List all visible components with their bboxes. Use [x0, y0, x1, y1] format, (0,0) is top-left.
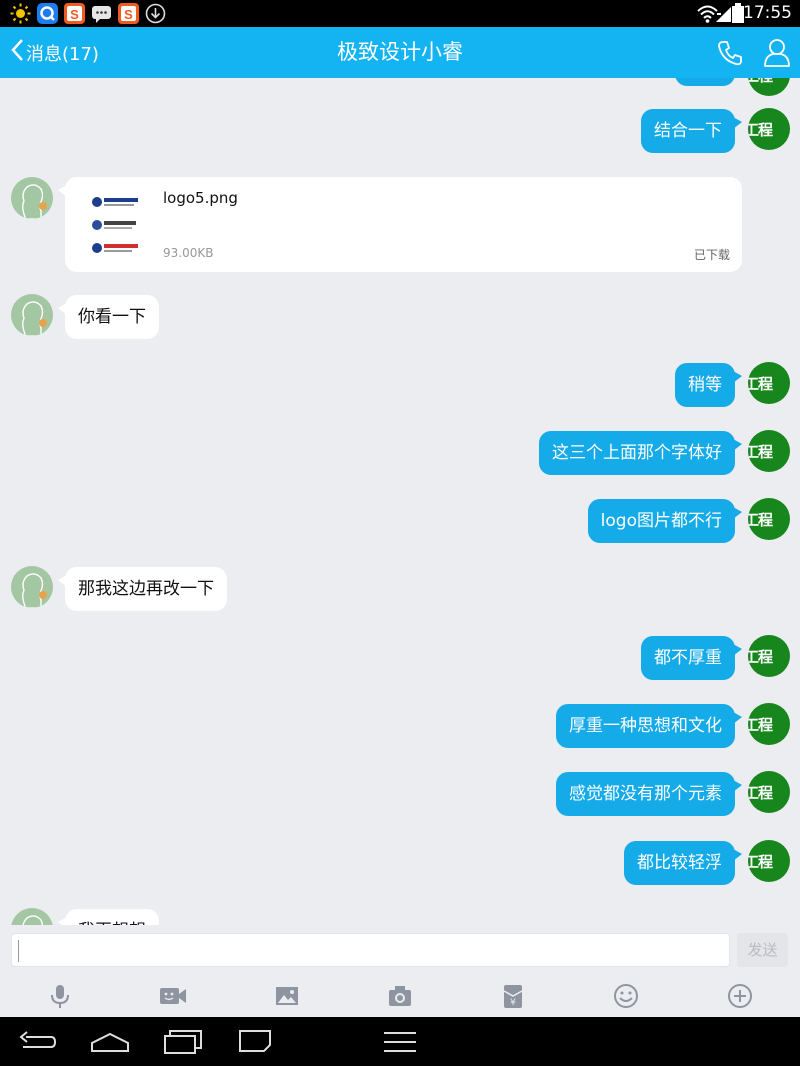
file-size: 93.00KB	[163, 246, 214, 260]
message-bubble-outgoing[interactable]: 感觉都没有那个元素	[556, 772, 742, 816]
message-input-bar: 发送	[0, 925, 800, 975]
add-plus-icon[interactable]	[727, 983, 753, 1009]
microphone-icon[interactable]	[47, 983, 73, 1009]
message-bubble-outgoing[interactable]: 这三个上面那个字体好	[539, 431, 742, 475]
message-bubble-outgoing[interactable]: 都比较轻浮	[624, 841, 742, 885]
message-bubble-outgoing[interactable]: 都不厚重	[641, 636, 742, 680]
status-bar: S S 17:55	[0, 0, 800, 27]
chevron-left-icon	[10, 38, 24, 67]
weather-sun-icon	[10, 3, 31, 24]
red-packet-icon[interactable]: ¥	[500, 983, 526, 1009]
message-bubble-incoming[interactable]: 你看一下	[58, 295, 159, 339]
file-name: logo5.png	[163, 189, 238, 207]
message-bubble-outgoing[interactable]: 稍等	[675, 363, 742, 407]
back-label: 消息(17)	[26, 43, 99, 65]
browser-app-icon	[37, 3, 58, 24]
avatar-contact[interactable]	[11, 294, 53, 336]
message-input[interactable]	[11, 933, 730, 967]
avatar-self[interactable]: 工程	[748, 771, 790, 813]
chat-message-list[interactable]: 工程 结合一下 工程 logo5.png 93.00KB 已下载 你看一下 稍等…	[0, 78, 800, 925]
image-gallery-icon[interactable]	[274, 983, 300, 1009]
video-call-icon[interactable]	[159, 983, 187, 1009]
avatar-contact[interactable]	[11, 566, 53, 608]
back-nav-icon[interactable]	[17, 1031, 57, 1057]
file-thumbnail	[87, 192, 145, 258]
sogou-input-icon: S	[64, 3, 85, 24]
back-button[interactable]: 消息(17)	[10, 27, 99, 78]
file-status: 已下载	[693, 248, 730, 262]
message-bubble-incoming[interactable]: 那我这边再改一下	[58, 567, 227, 611]
system-navigation-bar	[0, 1017, 800, 1066]
home-nav-icon[interactable]	[90, 1031, 130, 1057]
avatar-self[interactable]: 工程	[748, 635, 790, 677]
chat-toolbar: ¥	[0, 975, 800, 1017]
message-bubble-outgoing[interactable]: 结合一下	[641, 109, 742, 153]
sogou-input-icon-2: S	[118, 3, 139, 24]
message-bubble-outgoing[interactable]: logo图片都不行	[587, 499, 743, 543]
file-message-card[interactable]: logo5.png 93.00KB 已下载	[58, 177, 742, 272]
avatar-self[interactable]: 工程	[748, 108, 790, 150]
avatar-contact[interactable]	[11, 908, 53, 925]
avatar-contact[interactable]	[11, 177, 53, 219]
camera-icon[interactable]	[387, 983, 413, 1009]
clock-time: 17:55	[743, 3, 792, 23]
download-icon	[145, 3, 166, 24]
message-bubble-outgoing[interactable]: 厚重一种思想和文化	[556, 704, 742, 748]
emoji-icon[interactable]	[613, 983, 639, 1009]
screenshot-nav-icon[interactable]	[238, 1029, 272, 1057]
svg-text:S: S	[70, 7, 79, 22]
chat-header: 极致设计小睿 消息(17)	[0, 27, 800, 78]
svg-text:¥: ¥	[510, 998, 516, 1008]
contact-profile-icon[interactable]	[763, 38, 791, 68]
avatar-self[interactable]: 工程	[748, 498, 790, 540]
message-bubble-partial	[675, 78, 735, 86]
avatar-self[interactable]: 工程	[748, 703, 790, 745]
message-bubble-incoming[interactable]: 我再想想	[58, 909, 159, 925]
avatar-self[interactable]: 工程	[748, 78, 790, 96]
avatar-self[interactable]: 工程	[748, 840, 790, 882]
svg-text:S: S	[124, 7, 133, 22]
recent-apps-icon[interactable]	[163, 1029, 203, 1059]
send-button[interactable]: 发送	[737, 933, 788, 967]
avatar-self[interactable]: 工程	[748, 362, 790, 404]
page-title: 极致设计小睿	[337, 40, 463, 64]
phone-call-icon[interactable]	[716, 39, 744, 67]
message-app-icon	[91, 3, 112, 24]
avatar-self[interactable]: 工程	[748, 430, 790, 472]
menu-nav-icon[interactable]	[383, 1030, 417, 1058]
